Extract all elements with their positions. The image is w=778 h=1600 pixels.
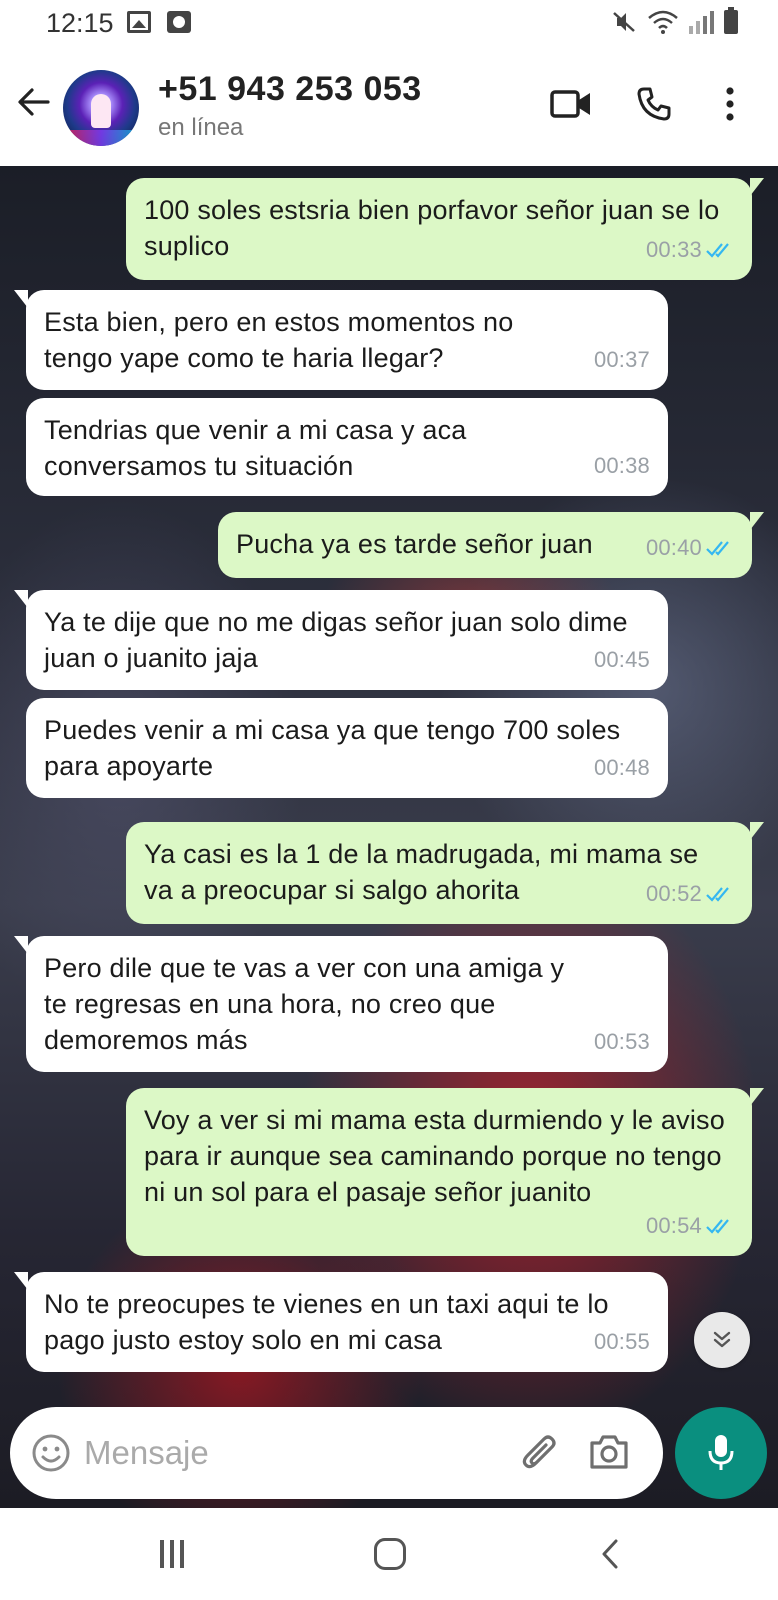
double-chevron-down-icon bbox=[713, 1331, 731, 1348]
message-time: 00:37 bbox=[593, 347, 650, 372]
message-incoming[interactable]: Puedes venir a mi casa ya que tengo 700 … bbox=[26, 698, 668, 798]
message-input[interactable] bbox=[84, 1431, 464, 1475]
message-time: 00:54 bbox=[645, 1213, 702, 1238]
message-meta: 00:45 bbox=[594, 642, 650, 678]
phone-icon[interactable] bbox=[636, 86, 672, 122]
message-text: Pero dile que te vas a ver con una amiga… bbox=[44, 953, 565, 1055]
wifi-icon bbox=[648, 10, 678, 34]
read-ticks-icon bbox=[706, 541, 729, 556]
message-time: 00:40 bbox=[645, 535, 702, 560]
message-incoming[interactable]: Esta bien, pero en estos momentos no ten… bbox=[14, 290, 668, 390]
message-text: Esta bien, pero en estos momentos no ten… bbox=[44, 307, 514, 373]
message-incoming[interactable]: Ya te dije que no me digas señor juan so… bbox=[14, 590, 668, 690]
message-meta: 00:54 bbox=[646, 1208, 734, 1244]
message-time: 00:45 bbox=[593, 647, 650, 672]
chat-header: +51 943 253 053 en línea bbox=[0, 48, 778, 166]
message-text: Puedes venir a mi casa ya que tengo 700 … bbox=[44, 715, 621, 781]
message-text: No te preocupes te vienes en un taxi aqu… bbox=[44, 1289, 609, 1355]
status-bar: 12:15 bbox=[0, 0, 778, 48]
message-time: 00:52 bbox=[645, 881, 702, 906]
message-outgoing[interactable]: Voy a ver si mi mama esta durmiendo y le… bbox=[126, 1088, 764, 1256]
message-incoming[interactable]: No te preocupes te vienes en un taxi aqu… bbox=[14, 1272, 668, 1372]
message-incoming[interactable]: Pero dile que te vas a ver con una amiga… bbox=[14, 936, 668, 1072]
message-meta: 00:55 bbox=[594, 1324, 650, 1360]
message-incoming[interactable]: Tendrias que venir a mi casa y aca conve… bbox=[26, 398, 668, 496]
message-time: 00:38 bbox=[593, 453, 650, 478]
image-icon bbox=[127, 11, 151, 33]
microphone-icon bbox=[708, 1435, 734, 1470]
read-ticks-icon bbox=[706, 1219, 729, 1234]
message-outgoing[interactable]: 100 soles estsria bien porfavor señor ju… bbox=[126, 178, 764, 280]
screen-record-icon bbox=[167, 11, 191, 33]
message-outgoing[interactable]: Pucha ya es tarde señor juan 00:40 bbox=[218, 512, 764, 578]
status-time: 12:15 bbox=[46, 8, 114, 38]
contact-name[interactable]: +51 943 253 053 bbox=[158, 70, 422, 109]
more-options-icon[interactable] bbox=[724, 86, 736, 122]
voice-message-button[interactable] bbox=[675, 1407, 767, 1499]
nav-back-icon[interactable] bbox=[598, 1538, 622, 1570]
read-ticks-icon bbox=[706, 243, 729, 258]
message-time: 00:33 bbox=[645, 237, 702, 262]
system-nav-bar bbox=[0, 1508, 778, 1600]
camera-icon[interactable] bbox=[588, 1433, 630, 1471]
message-meta: 00:38 bbox=[594, 448, 650, 484]
chat-background[interactable]: 100 soles estsria bien porfavor señor ju… bbox=[0, 166, 778, 1508]
signal-icon bbox=[689, 10, 714, 34]
message-meta: 00:40 bbox=[646, 530, 734, 566]
scroll-to-bottom-button[interactable] bbox=[694, 1312, 750, 1368]
message-time: 00:48 bbox=[593, 755, 650, 780]
message-meta: 00:37 bbox=[594, 342, 650, 378]
recent-apps-icon[interactable] bbox=[158, 1540, 186, 1568]
attach-icon[interactable] bbox=[520, 1431, 560, 1475]
message-text: Ya te dije que no me digas señor juan so… bbox=[44, 607, 628, 673]
message-outgoing[interactable]: Ya casi es la 1 de la madrugada, mi mama… bbox=[126, 822, 764, 924]
message-text: Voy a ver si mi mama esta durmiendo y le… bbox=[144, 1105, 725, 1207]
video-call-icon[interactable] bbox=[550, 88, 592, 120]
message-meta: 00:33 bbox=[646, 232, 734, 268]
message-meta: 00:53 bbox=[594, 1024, 650, 1060]
message-text: Tendrias que venir a mi casa y aca conve… bbox=[44, 415, 467, 481]
back-arrow-icon[interactable] bbox=[16, 84, 52, 120]
home-icon[interactable] bbox=[374, 1538, 406, 1570]
read-ticks-icon bbox=[706, 887, 729, 902]
avatar[interactable] bbox=[63, 70, 139, 146]
emoji-icon[interactable] bbox=[32, 1434, 70, 1472]
message-composer bbox=[10, 1407, 663, 1499]
message-time: 00:55 bbox=[593, 1329, 650, 1354]
message-time: 00:53 bbox=[593, 1029, 650, 1054]
message-text: 100 soles estsria bien porfavor señor ju… bbox=[144, 195, 720, 261]
mute-icon bbox=[613, 12, 635, 32]
message-meta: 00:48 bbox=[594, 750, 650, 786]
message-meta: 00:52 bbox=[646, 876, 734, 912]
contact-status: en línea bbox=[158, 114, 244, 141]
battery-icon bbox=[724, 7, 738, 34]
